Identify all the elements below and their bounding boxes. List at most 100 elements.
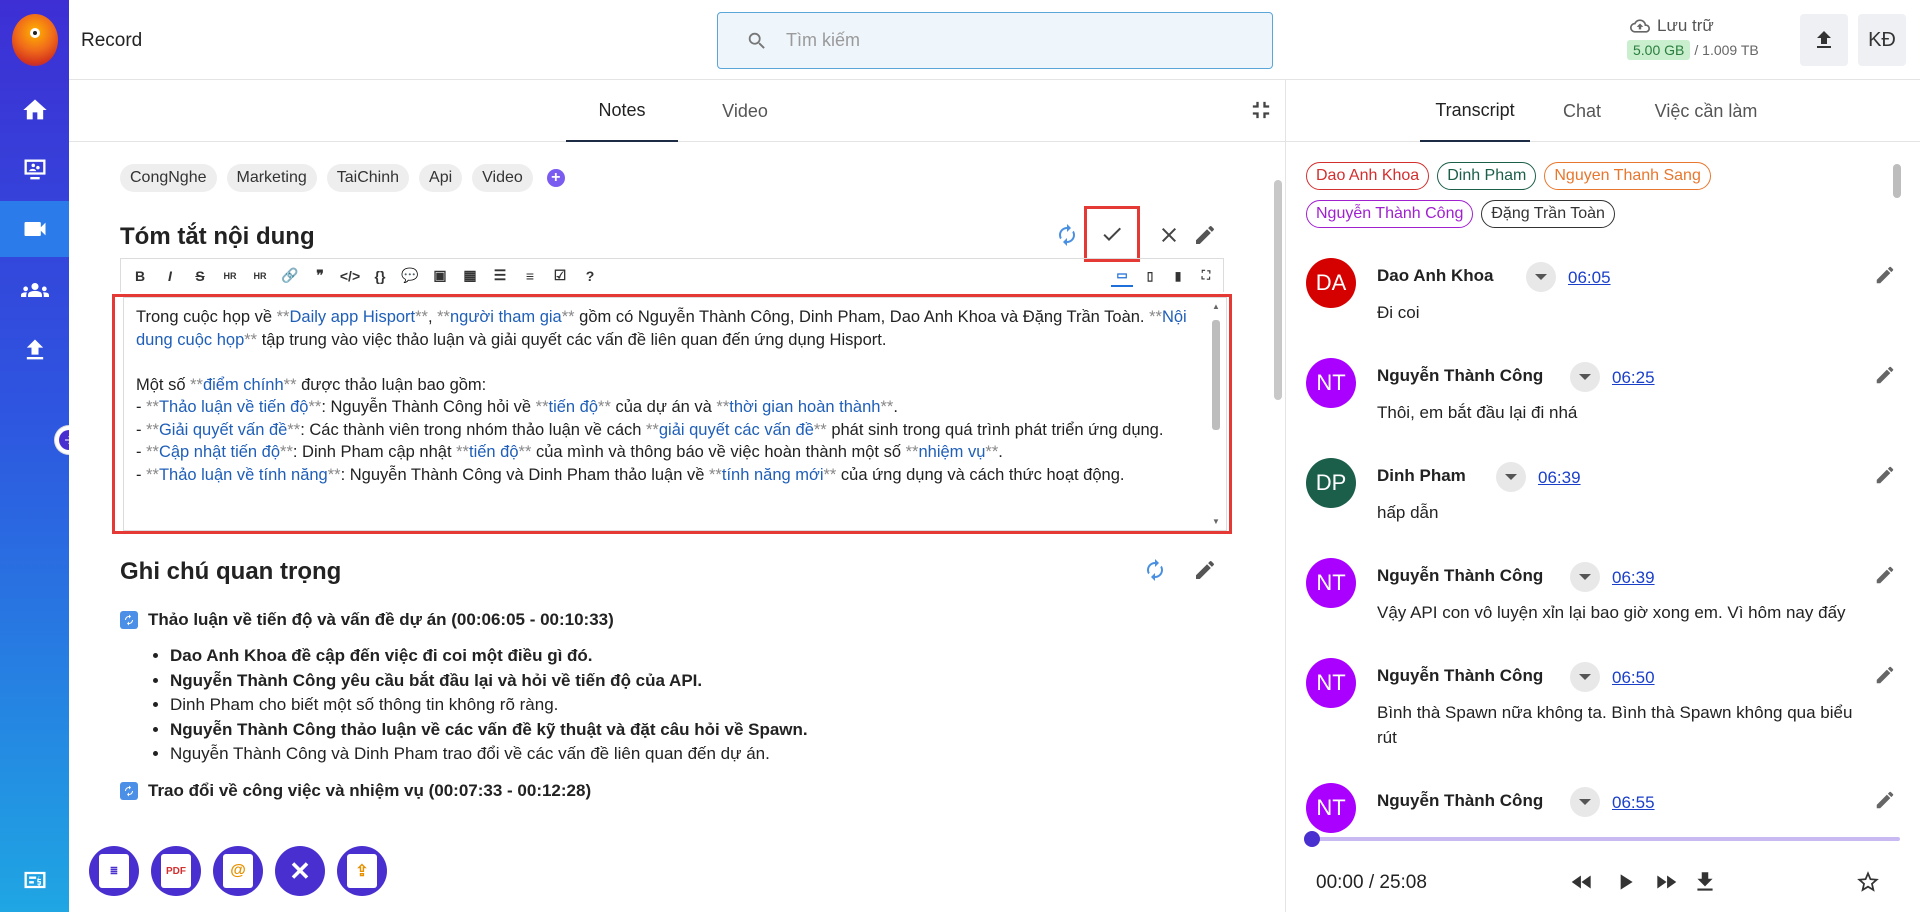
speaker-dropdown[interactable]: [1496, 462, 1526, 492]
code-icon[interactable]: </>: [339, 265, 361, 287]
upload-button[interactable]: [1800, 14, 1848, 66]
storage-total: / 1.009 TB: [1694, 42, 1759, 58]
favorite-button[interactable]: [1853, 867, 1883, 897]
group-icon: [20, 283, 49, 297]
numbered-list-icon[interactable]: ≡: [519, 265, 541, 287]
split-mode-icon[interactable]: ▯: [1139, 265, 1161, 287]
heading-button[interactable]: HR: [219, 265, 241, 287]
play-icon: [1620, 874, 1633, 890]
export-confluence-button[interactable]: ✕: [275, 846, 325, 896]
regenerate-notes-button[interactable]: [1142, 557, 1168, 583]
regenerate-summary-button[interactable]: [1054, 222, 1080, 248]
tag-chip[interactable]: Api: [419, 164, 463, 192]
table-icon[interactable]: ▦: [459, 265, 481, 287]
tag-chip[interactable]: Video: [472, 164, 533, 192]
summary-editor[interactable]: Trong cuộc họp về **Daily app Hisport**,…: [112, 294, 1232, 534]
editor-scrollbar[interactable]: ▲ ▼: [1212, 302, 1220, 526]
checklist-icon[interactable]: ☑: [549, 265, 571, 287]
speaker-chip[interactable]: Dao Anh Khoa: [1306, 162, 1430, 190]
record-nav-button[interactable]: [0, 201, 69, 257]
notes-scrollbar[interactable]: [1274, 180, 1282, 400]
pencil-icon: [1876, 791, 1894, 809]
timestamp-link[interactable]: 06:25: [1612, 368, 1655, 388]
speaker-dropdown[interactable]: [1526, 262, 1556, 292]
edit-entry-button[interactable]: [1874, 664, 1896, 686]
heading-size-button[interactable]: HR: [249, 265, 271, 287]
edit-entry-button[interactable]: [1874, 564, 1896, 586]
upload-nav-button[interactable]: [0, 322, 69, 378]
timestamp-link[interactable]: 06:39: [1538, 468, 1581, 488]
edit-summary-button[interactable]: [1192, 222, 1218, 248]
tab-notes[interactable]: Notes: [566, 80, 678, 142]
add-tag-button[interactable]: +: [546, 169, 565, 187]
timestamp-link[interactable]: 06:55: [1612, 793, 1655, 813]
meetings-nav-button[interactable]: [0, 142, 69, 198]
transcript-panel: Transcript Chat Việc cần làm Dao Anh Kho…: [1285, 80, 1920, 912]
preview-mode-icon[interactable]: ▮: [1167, 265, 1189, 287]
edit-entry-button[interactable]: [1874, 789, 1896, 811]
app-logo[interactable]: [12, 14, 58, 66]
cancel-edit-button[interactable]: [1156, 222, 1182, 248]
speaker-chip[interactable]: Đặng Trần Toàn: [1481, 200, 1615, 228]
edit-entry-button[interactable]: [1874, 264, 1896, 286]
playback-scrubber[interactable]: [1304, 831, 1320, 847]
fast-forward-button[interactable]: [1651, 867, 1681, 897]
search-box[interactable]: [717, 12, 1273, 69]
speaker-dropdown[interactable]: [1570, 662, 1600, 692]
billing-nav-button[interactable]: [0, 852, 69, 908]
tag-chip[interactable]: Marketing: [226, 164, 317, 192]
team-nav-button[interactable]: [0, 262, 69, 318]
strikethrough-button[interactable]: S: [189, 265, 211, 287]
summary-text[interactable]: Trong cuộc họp về **Daily app Hisport**,…: [136, 306, 1196, 514]
transcript-text: Đi coi: [1377, 303, 1420, 322]
speaker-chip[interactable]: Nguyen Thanh Sang: [1544, 162, 1711, 190]
export-doc-button[interactable]: ≣: [89, 846, 139, 896]
speaker-dropdown[interactable]: [1570, 562, 1600, 592]
speaker-name: Nguyễn Thành Công: [1377, 366, 1544, 385]
play-button[interactable]: [1610, 867, 1640, 897]
italic-button[interactable]: I: [159, 265, 181, 287]
edit-entry-button[interactable]: [1874, 464, 1896, 486]
speaker-name: Nguyễn Thành Công: [1377, 791, 1544, 810]
code-block-icon[interactable]: {}: [369, 265, 391, 287]
save-summary-button[interactable]: [1084, 206, 1140, 262]
right-tabs: Transcript Chat Việc cần làm: [1286, 80, 1920, 142]
comment-icon[interactable]: 💬: [399, 265, 421, 287]
tag-chip[interactable]: TaiChinh: [326, 164, 410, 192]
edit-mode-icon[interactable]: ▭: [1111, 265, 1133, 287]
timestamp-link[interactable]: 06:50: [1612, 668, 1655, 688]
transcript-scrollbar[interactable]: [1893, 164, 1901, 198]
help-icon[interactable]: ?: [579, 265, 601, 287]
link-icon[interactable]: 🔗: [279, 265, 301, 287]
speaker-chip[interactable]: Nguyễn Thành Công: [1306, 200, 1474, 228]
bold-button[interactable]: B: [129, 265, 151, 287]
tab-chat[interactable]: Chat: [1542, 80, 1622, 142]
list-item: Dinh Pham cho biết một số thông tin khôn…: [170, 693, 1220, 718]
speaker-chip[interactable]: Dinh Pham: [1437, 162, 1537, 190]
export-share-button[interactable]: ⇪: [337, 846, 387, 896]
download-button[interactable]: [1690, 867, 1720, 897]
timestamp-link[interactable]: 06:05: [1568, 268, 1611, 288]
edit-entry-button[interactable]: [1874, 364, 1896, 386]
speaker-dropdown[interactable]: [1570, 362, 1600, 392]
quote-icon[interactable]: ❞: [309, 265, 331, 287]
topic-heading: Thảo luận về tiến độ và vấn đề dự án (00…: [120, 610, 1220, 630]
export-email-button[interactable]: @: [213, 846, 263, 896]
fullscreen-icon[interactable]: ⛶: [1195, 265, 1217, 287]
timestamp-link[interactable]: 06:39: [1612, 568, 1655, 588]
rewind-button[interactable]: [1567, 867, 1597, 897]
collapse-button[interactable]: [1247, 96, 1275, 124]
bullet-list-icon[interactable]: ☰: [489, 265, 511, 287]
export-pdf-button[interactable]: PDF: [151, 846, 201, 896]
tab-todo[interactable]: Việc cần làm: [1636, 80, 1776, 142]
tab-transcript[interactable]: Transcript: [1420, 80, 1530, 142]
image-icon[interactable]: ▣: [429, 265, 451, 287]
search-input[interactable]: [786, 30, 1246, 51]
tag-chip[interactable]: CongNghe: [120, 164, 217, 192]
tab-video[interactable]: Video: [689, 80, 801, 142]
edit-notes-button[interactable]: [1192, 557, 1218, 583]
user-avatar-button[interactable]: KĐ: [1858, 14, 1906, 66]
home-nav-button[interactable]: [0, 82, 69, 138]
speaker-dropdown[interactable]: [1570, 787, 1600, 817]
playback-progress-bar[interactable]: [1304, 831, 1900, 847]
